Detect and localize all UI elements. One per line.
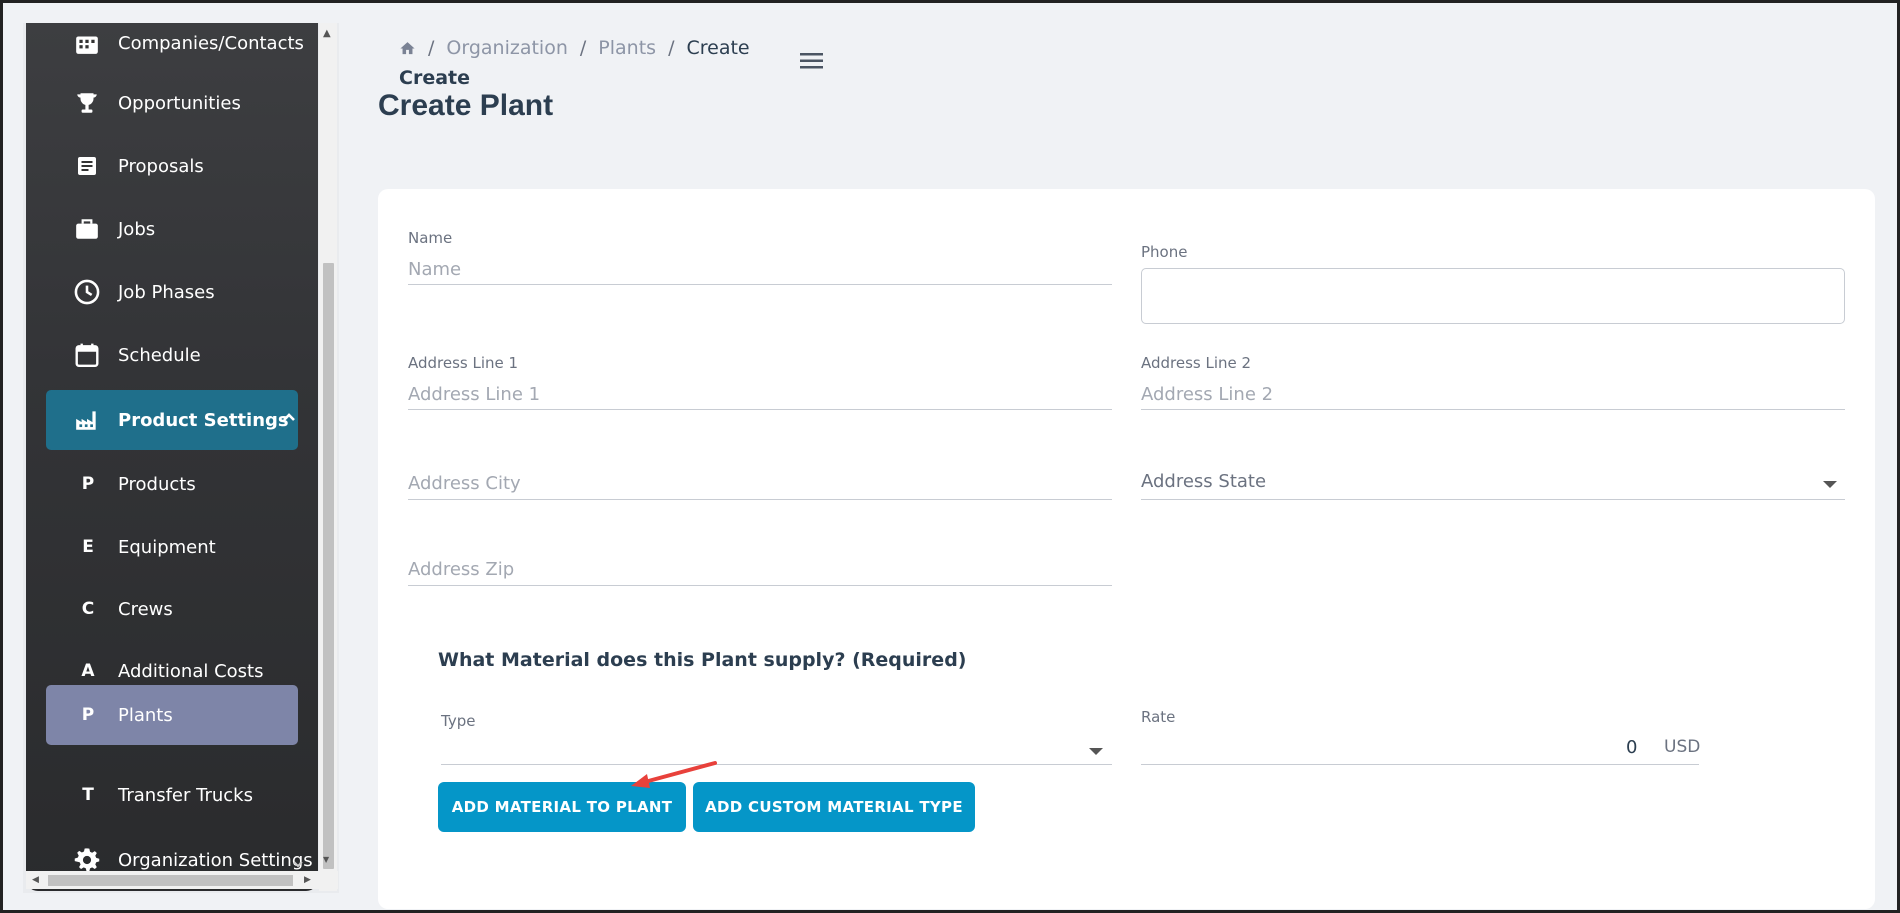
sidebar-item-label: Plants <box>118 704 173 726</box>
address-city-input[interactable] <box>408 467 1112 500</box>
sidebar-item-companies-contacts[interactable]: Companies/Contacts <box>26 23 318 73</box>
sidebar-item-label: Opportunities <box>118 92 241 114</box>
address-zip-input[interactable] <box>408 553 1112 586</box>
sidebar-item-label: Jobs <box>118 218 156 240</box>
sidebar-item-label: Products <box>118 473 196 495</box>
sidebar-item-letter: T <box>82 785 94 805</box>
material-type-label: Type <box>441 712 476 730</box>
app-window: Companies/Contacts Opportunities Proposa… <box>0 0 1900 913</box>
grid-icon <box>72 28 102 58</box>
sidebar-horizontal-scrollbar[interactable]: ◀ ▶ <box>26 871 338 889</box>
add-custom-material-type-button[interactable]: ADD CUSTOM MATERIAL TYPE <box>693 782 975 832</box>
phone-field: Phone <box>1141 243 1845 324</box>
address-line-1-label: Address Line 1 <box>408 354 519 372</box>
breadcrumb-current: Create <box>686 37 750 59</box>
name-input[interactable] <box>408 255 1112 285</box>
phone-input[interactable] <box>1141 268 1845 324</box>
sidebar-item-label: Job Phases <box>118 281 215 303</box>
sidebar-item-job-phases[interactable]: Job Phases <box>26 262 318 322</box>
address-state-select[interactable]: Address State <box>1141 467 1845 503</box>
annotation-arrow-icon <box>631 761 717 788</box>
sidebar-item-label: Product Settings <box>118 409 289 431</box>
material-type-select[interactable]: Type <box>441 712 1112 768</box>
sidebar-item-schedule[interactable]: Schedule <box>26 325 318 385</box>
breadcrumb-separator: / <box>428 37 435 59</box>
material-rate-field[interactable]: Rate 0 USD <box>1141 708 1701 768</box>
page-title: Create Plant <box>378 89 554 122</box>
sidebar-item-letter: E <box>82 537 94 557</box>
address-line-2-label: Address Line 2 <box>1141 354 1252 372</box>
chevron-up-icon <box>282 408 296 429</box>
sidebar-item-label: Equipment <box>118 536 216 558</box>
material-section-title: What Material does this Plant supply? (R… <box>438 649 967 671</box>
sidebar-item-letter: P <box>81 705 95 725</box>
sidebar-item-transfer-trucks[interactable]: T Transfer Trucks <box>26 765 318 825</box>
breadcrumb-current-title: Create <box>399 67 470 89</box>
sidebar-item-label: Additional Costs <box>118 660 264 682</box>
sidebar-vertical-scrollbar[interactable]: ▲ ▼ <box>319 23 337 891</box>
sidebar-item-proposals[interactable]: Proposals <box>26 136 318 196</box>
address-line-2-field: Address Line 2 <box>1141 354 1845 414</box>
address-state-placeholder: Address State <box>1141 471 1267 492</box>
dropdown-arrow-icon <box>1823 481 1837 488</box>
scroll-left-arrow-icon[interactable]: ◀ <box>32 875 39 885</box>
sidebar-item-label: Transfer Trucks <box>118 784 253 806</box>
breadcrumb-organization[interactable]: Organization <box>446 37 567 59</box>
menu-toggle-icon[interactable] <box>799 50 825 76</box>
breadcrumb-plants[interactable]: Plants <box>598 37 656 59</box>
trophy-icon <box>72 88 102 118</box>
sidebar-item-plants[interactable]: P Plants <box>46 685 298 745</box>
address-line-1-field: Address Line 1 <box>408 354 1112 414</box>
calendar-icon <box>72 340 102 370</box>
sidebar: Companies/Contacts Opportunities Proposa… <box>26 23 318 891</box>
sidebar-item-product-settings[interactable]: Product Settings <box>46 390 298 450</box>
sidebar-item-label: Organization Settings <box>118 849 313 871</box>
breadcrumb-separator: / <box>668 37 675 59</box>
sidebar-item-products[interactable]: P Products <box>26 454 318 514</box>
material-rate-value: 0 <box>1626 737 1638 758</box>
breadcrumb-separator: / <box>579 37 587 59</box>
factory-icon <box>72 405 102 435</box>
phone-label: Phone <box>1141 243 1188 261</box>
name-field: Name <box>408 229 1112 289</box>
sidebar-container: Companies/Contacts Opportunities Proposa… <box>23 23 339 893</box>
scrollbar-thumb[interactable] <box>323 263 334 869</box>
address-city-field <box>408 467 1112 503</box>
create-plant-form: Name Phone Address Line 1 Address Line 2… <box>378 189 1875 909</box>
address-zip-field <box>408 553 1112 589</box>
sidebar-item-crews[interactable]: C Crews <box>26 579 318 639</box>
sidebar-item-label: Crews <box>118 598 173 620</box>
material-rate-label: Rate <box>1141 708 1176 726</box>
dropdown-arrow-icon <box>1089 748 1103 755</box>
briefcase-icon <box>72 214 102 244</box>
scroll-up-arrow-icon[interactable]: ▲ <box>323 29 331 39</box>
sidebar-item-letter: A <box>81 661 95 681</box>
sidebar-item-letter: P <box>81 474 95 494</box>
sidebar-item-jobs[interactable]: Jobs <box>26 199 318 259</box>
sidebar-item-equipment[interactable]: E Equipment <box>26 517 318 577</box>
sidebar-item-label: Schedule <box>118 344 201 366</box>
address-line-1-input[interactable] <box>408 380 1112 410</box>
material-rate-unit: USD <box>1664 737 1701 757</box>
sidebar-item-letter: C <box>81 599 95 619</box>
home-icon[interactable] <box>399 40 416 57</box>
breadcrumb: / Organization / Plants / Create <box>399 37 750 59</box>
document-icon <box>72 151 102 181</box>
scroll-right-arrow-icon[interactable]: ▶ <box>304 875 311 885</box>
sidebar-item-label: Proposals <box>118 155 204 177</box>
address-line-2-input[interactable] <box>1141 380 1845 410</box>
sidebar-item-label: Companies/Contacts <box>118 32 304 54</box>
scroll-down-arrow-icon[interactable]: ▼ <box>323 855 329 865</box>
clock-icon <box>72 277 102 307</box>
scrollbar-thumb[interactable] <box>48 875 293 886</box>
name-label: Name <box>408 229 453 247</box>
sidebar-item-opportunities[interactable]: Opportunities <box>26 73 318 133</box>
